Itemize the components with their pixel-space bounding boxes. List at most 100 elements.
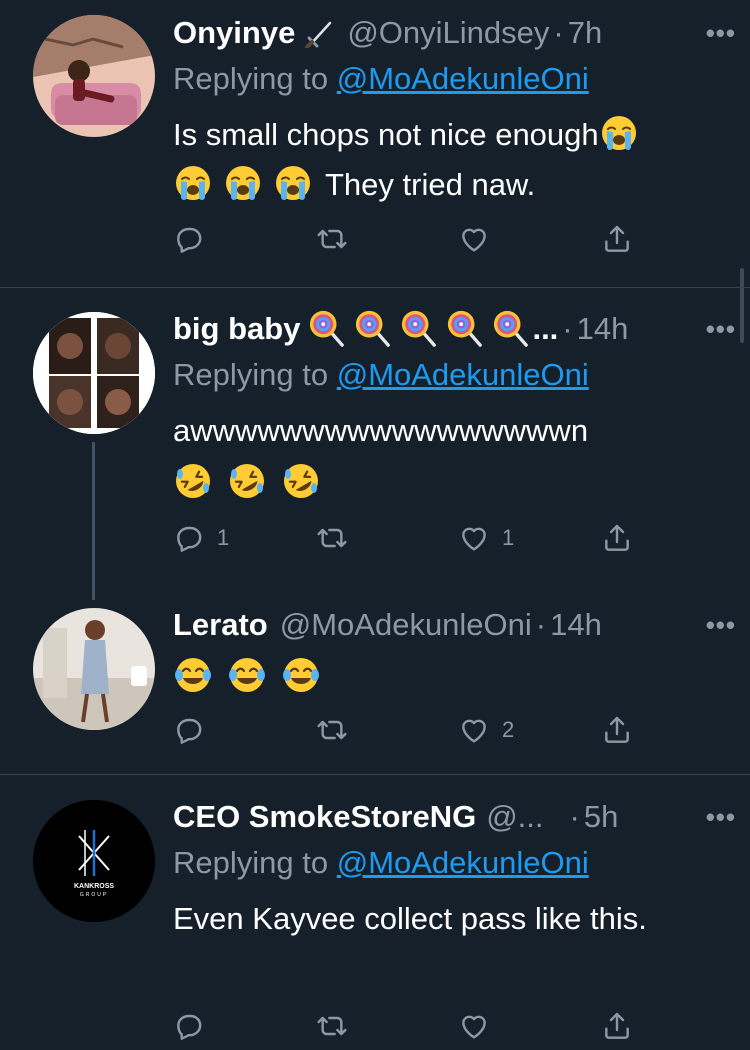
tweet-actions [173, 1010, 643, 1050]
handle[interactable]: @... [486, 799, 543, 835]
retweet-icon [316, 714, 348, 746]
dagger-icon [305, 18, 335, 49]
name-ellipsis: ... [532, 311, 559, 346]
tweet-body[interactable]: Onyinye @OnyiLindsey · 7h Replying to @M… [173, 10, 730, 210]
handle[interactable]: @OnyiLindsey [347, 15, 549, 51]
rolling-on-floor-laughing-icon [281, 461, 321, 501]
retweet-icon [316, 223, 348, 255]
lollipop-icon [446, 309, 484, 347]
retweet-button[interactable] [316, 1010, 360, 1042]
replying-label: Replying to [173, 61, 329, 96]
share-button[interactable] [601, 714, 633, 746]
timestamp[interactable]: 7h [568, 15, 602, 51]
lollipop-icon [400, 309, 438, 347]
replying-to: Replying to @MoAdekunleOni [173, 56, 730, 102]
retweet-icon [316, 522, 348, 554]
heart-icon [458, 1010, 490, 1042]
lollipop-icon [492, 309, 530, 347]
reply-button[interactable]: 1 [173, 522, 229, 554]
thread-connector [92, 442, 95, 600]
share-button[interactable] [601, 223, 633, 255]
divider [0, 774, 750, 775]
reply-button[interactable] [173, 223, 217, 255]
mention-link[interactable]: @MoAdekunleOni [337, 61, 589, 96]
like-count: 1 [502, 525, 515, 550]
loudly-crying-face-icon [223, 163, 263, 203]
retweet-button[interactable] [316, 522, 360, 554]
like-button[interactable] [458, 1010, 502, 1042]
like-button[interactable]: 1 [458, 522, 514, 554]
loudly-crying-face-icon [173, 163, 213, 203]
rolling-on-floor-laughing-icon [227, 461, 267, 501]
face-with-tears-of-joy-icon [227, 655, 267, 695]
avatar[interactable] [33, 312, 155, 434]
mention-link[interactable]: @MoAdekunleOni [337, 845, 589, 880]
timestamp[interactable]: 14h [577, 311, 629, 347]
like-count: 2 [502, 717, 515, 742]
share-icon [601, 223, 633, 255]
retweet-icon [316, 1010, 348, 1042]
tweet-text: awwwwwwwwwwwwwwwwwn [173, 406, 730, 456]
separator: · [553, 15, 564, 50]
tweet-actions: 1 1 [173, 522, 643, 562]
tweet-body[interactable]: Lerato @MoAdekunleOni · 14h [173, 602, 730, 700]
heart-icon [458, 522, 490, 554]
share-button[interactable] [601, 1010, 633, 1042]
retweet-button[interactable] [316, 714, 360, 746]
tweet-text-line: Is small chops not nice enough [173, 117, 599, 152]
reply-count: 1 [217, 525, 230, 550]
rolling-on-floor-laughing-icon [173, 461, 213, 501]
lollipop-icons [300, 309, 530, 349]
lollipop-icon [308, 309, 346, 347]
replying-label: Replying to [173, 845, 329, 880]
mention-link[interactable]: @MoAdekunleOni [337, 357, 589, 392]
reply-button[interactable] [173, 1010, 217, 1042]
more-options-icon[interactable]: ••• [706, 314, 736, 345]
heart-icon [458, 714, 490, 746]
share-icon [601, 714, 633, 746]
like-button[interactable]: 2 [458, 714, 514, 746]
emoji-row [173, 650, 730, 700]
separator: · [562, 311, 573, 346]
share-button[interactable] [601, 522, 633, 554]
display-name[interactable]: Lerato [173, 607, 268, 643]
tweet-text-line: awwwwwwwwwwwwwwwwwn [173, 413, 589, 448]
tweet-body[interactable]: big baby ... · 14h Replying to @MoAdekun… [173, 306, 730, 506]
tweet-actions [173, 223, 643, 263]
loudly-crying-face-icon [273, 163, 313, 203]
scrollbar-thumb[interactable] [740, 268, 744, 343]
separator: · [535, 607, 547, 642]
handle[interactable]: @MoAdekunleOni [280, 607, 532, 643]
reply-icon [173, 714, 205, 746]
more-options-icon[interactable]: ••• [706, 802, 736, 833]
reply-icon [173, 522, 205, 554]
more-options-icon[interactable]: ••• [706, 18, 736, 49]
tweet-text: Is small chops not nice enough They trie… [173, 110, 730, 210]
display-name[interactable]: CEO SmokeStoreNG [173, 799, 476, 835]
avatar[interactable]: KANKROSS GROUP [33, 800, 155, 922]
reply-icon [173, 223, 205, 255]
replying-to: Replying to @MoAdekunleOni [173, 352, 730, 398]
reply-icon [173, 1010, 205, 1042]
lollipop-icon [354, 309, 392, 347]
timestamp[interactable]: 5h [584, 799, 618, 835]
avatar[interactable] [33, 15, 155, 137]
display-name[interactable]: big baby [173, 311, 300, 347]
heart-icon [458, 223, 490, 255]
reply-button[interactable] [173, 714, 217, 746]
retweet-button[interactable] [316, 223, 360, 255]
replying-to: Replying to @MoAdekunleOni [173, 840, 730, 886]
more-options-icon[interactable]: ••• [706, 610, 736, 641]
timestamp[interactable]: 14h [550, 607, 602, 643]
tweet-text-line: They tried naw. [325, 167, 536, 202]
loudly-crying-face-icon [599, 113, 639, 153]
display-name[interactable]: Onyinye [173, 15, 295, 51]
face-with-tears-of-joy-icon [281, 655, 321, 695]
like-button[interactable] [458, 223, 502, 255]
emoji-row [173, 456, 730, 506]
replying-label: Replying to [173, 357, 329, 392]
share-icon [601, 1010, 633, 1042]
face-with-tears-of-joy-icon [173, 655, 213, 695]
tweet-body[interactable]: CEO SmokeStoreNG @... · 5h Replying to @… [173, 794, 730, 944]
avatar[interactable] [33, 608, 155, 730]
